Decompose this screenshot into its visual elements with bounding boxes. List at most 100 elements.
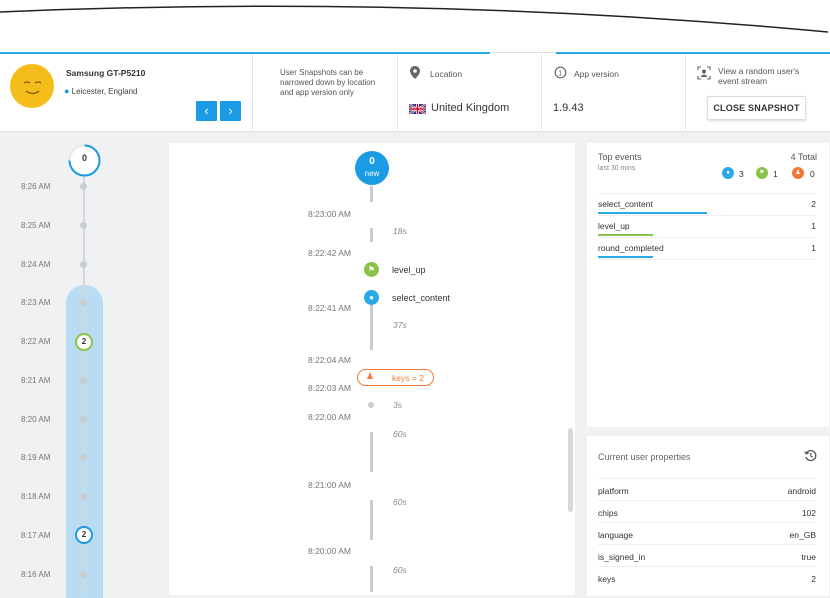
stream-segment [370, 566, 373, 592]
stream-timestamp: 8:22:00 AM [307, 412, 351, 422]
stream-segment [370, 228, 373, 242]
device-location: ● Leicester, England [64, 86, 138, 96]
timeline-tick[interactable] [80, 183, 87, 190]
timeline-time-label: 8:26 AM [21, 182, 51, 191]
stream-duration: 37s [393, 320, 407, 330]
app-version-label: App version [574, 69, 619, 79]
header-divider [397, 54, 398, 130]
close-snapshot-button[interactable]: CLOSE SNAPSHOT [707, 96, 806, 120]
property-change-chip[interactable]: ♟ keys = 2 [357, 369, 434, 386]
row-divider [598, 478, 816, 479]
stream-timestamp: 8:22:41 AM [307, 303, 351, 313]
stream-timestamp: 8:22:04 AM [307, 355, 351, 365]
uk-flag-icon [409, 104, 426, 114]
device-name: Samsung GT-P5210 [66, 68, 146, 78]
app-version-value: 1.9.43 [553, 102, 584, 114]
user-property-icon: ♟ [792, 167, 804, 179]
stream-duration: 3s [393, 400, 402, 410]
location-pin-icon [410, 66, 420, 79]
stream-timestamp: 8:22:03 AM [307, 383, 351, 393]
timeline-top-badge-count: 0 [81, 153, 87, 163]
location-label: Location [430, 69, 463, 79]
row-divider [598, 237, 816, 238]
timeline-tick[interactable] [80, 493, 87, 500]
stream-scrollbar[interactable] [568, 428, 573, 512]
user-property-row: language en_GB [598, 530, 816, 540]
top-event-row[interactable]: round_completed 1 [598, 243, 816, 253]
random-stream-link[interactable]: View a random user's event stream [718, 66, 818, 86]
row-divider [598, 566, 816, 567]
timeline-tick[interactable] [80, 454, 87, 461]
top-events-subtitle: last 30 mins [598, 165, 636, 172]
stream-duration: 60s [393, 565, 407, 575]
row-divider [598, 215, 816, 216]
top-events-title: Top events [598, 152, 642, 162]
map-pin-icon: ● [64, 86, 70, 96]
event-type-count: 0 [810, 169, 815, 179]
timeline-time-label: 8:24 AM [21, 260, 51, 269]
stream-segment [370, 186, 373, 202]
row-divider [598, 544, 816, 545]
new-events-label: new [364, 169, 380, 178]
header-divider [685, 54, 686, 130]
timeline-time-label: 8:20 AM [21, 415, 51, 424]
top-event-row[interactable]: select_content 2 [598, 199, 816, 209]
event-share-bar [598, 234, 653, 236]
top-events-panel [587, 143, 829, 427]
stream-segment [370, 500, 373, 540]
stream-timestamp: 8:20:00 AM [307, 546, 351, 556]
timeline-event-badge[interactable]: 2 [75, 333, 93, 351]
row-divider [598, 522, 816, 523]
row-divider [598, 259, 816, 260]
timeline-time-label: 8:25 AM [21, 221, 51, 230]
header-divider [252, 54, 253, 130]
timeline-tick[interactable] [80, 261, 87, 268]
timeline-tick[interactable] [80, 299, 87, 306]
header-divider [541, 54, 542, 130]
decorative-curve [0, 5, 829, 33]
stream-event-label[interactable]: level_up [392, 265, 426, 275]
next-user-button[interactable]: › [220, 101, 241, 121]
stream-duration: 18s [393, 226, 407, 236]
timeline-event-badge[interactable]: 2 [75, 526, 93, 544]
previous-user-button[interactable]: ‹ [196, 101, 217, 121]
header-accent-left [0, 52, 490, 54]
stream-segment [370, 432, 373, 472]
stream-timestamp: 8:23:00 AM [307, 209, 351, 219]
user-icon: ● [722, 167, 734, 179]
row-divider [598, 193, 816, 194]
stream-timestamp: 8:21:00 AM [307, 480, 351, 490]
user-property-row: is_signed_in true [598, 552, 816, 562]
user-property-row: platform android [598, 486, 816, 496]
timeline-tick[interactable] [80, 571, 87, 578]
flag-icon[interactable]: ⚑ [364, 262, 379, 277]
stream-dot [368, 402, 374, 408]
snapshot-note: User Snapshots can be narrowed down by l… [280, 68, 376, 97]
new-events-count: 0 [369, 156, 375, 167]
svg-text:1: 1 [558, 70, 562, 77]
event-share-bar [598, 212, 707, 214]
avatar [10, 64, 54, 108]
stream-timestamp: 8:22:42 AM [307, 248, 351, 258]
timeline-tick[interactable] [80, 377, 87, 384]
stream-event-label[interactable]: select_content [392, 293, 450, 303]
top-event-row[interactable]: level_up 1 [598, 221, 816, 231]
timeline-time-label: 8:17 AM [21, 531, 51, 540]
timeline-time-label: 8:21 AM [21, 376, 51, 385]
user-icon[interactable]: ● [364, 290, 379, 305]
random-user-icon[interactable] [697, 66, 711, 80]
timeline-tick[interactable] [80, 222, 87, 229]
stream-segment [370, 305, 373, 350]
flag-icon: ⚑ [756, 167, 768, 179]
row-divider [598, 500, 816, 501]
event-type-count: 3 [739, 169, 744, 179]
event-type-count: 1 [773, 169, 778, 179]
timeline-time-label: 8:23 AM [21, 298, 51, 307]
timeline-tick[interactable] [80, 416, 87, 423]
location-value: United Kingdom [431, 102, 510, 114]
user-properties-title: Current user properties [598, 452, 691, 462]
history-icon[interactable] [804, 449, 817, 462]
user-property-row: keys 2 [598, 574, 816, 584]
timeline-time-label: 8:18 AM [21, 492, 51, 501]
timeline-time-label: 8:22 AM [21, 337, 51, 346]
